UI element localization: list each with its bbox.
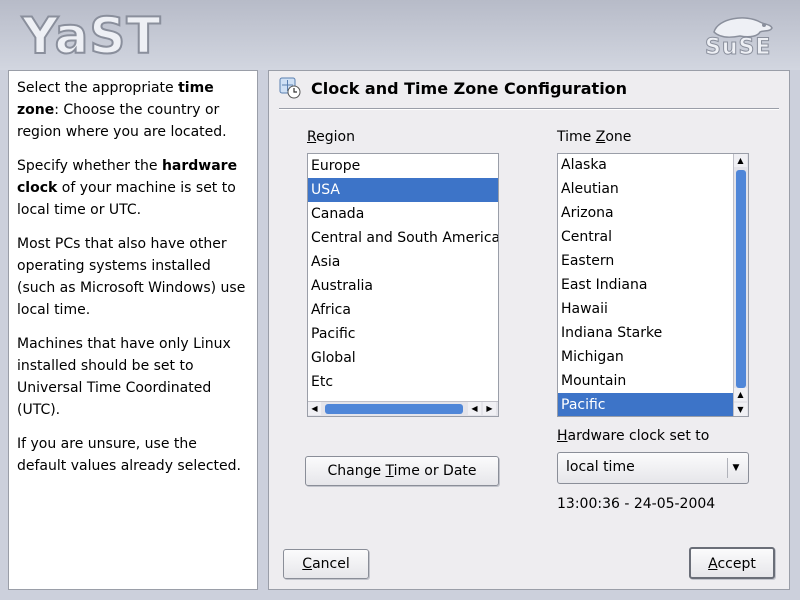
scroll-left-icon[interactable]: ◀ <box>468 402 481 415</box>
help-paragraph: Specify whether the hardware clock of yo… <box>17 158 238 218</box>
hardware-clock-value: local time <box>566 459 635 475</box>
timezone-list-item[interactable]: Michigan <box>558 345 748 369</box>
help-panel: Select the appropriate time zone: Choose… <box>8 70 258 590</box>
timezone-label: Time Zone <box>557 129 632 145</box>
region-list-item[interactable]: Europe <box>308 154 498 178</box>
help-paragraph: If you are unsure, use the default value… <box>17 436 241 474</box>
help-paragraph: Machines that have only Linux installed … <box>17 336 231 418</box>
region-horizontal-scrollbar[interactable]: ◀ ◀ ▶ <box>308 401 498 416</box>
timezone-list-item[interactable]: Eastern <box>558 249 748 273</box>
timezone-list-item[interactable]: East Indiana <box>558 273 748 297</box>
change-time-button[interactable]: Change Time or Date <box>305 456 499 486</box>
timezone-list-item[interactable]: Aleutian <box>558 177 748 201</box>
region-label: Region <box>307 129 355 145</box>
timezone-vertical-scrollbar[interactable]: ▲ ▲ ▼ <box>733 154 748 416</box>
clock-globe-icon <box>279 77 301 99</box>
help-paragraph: Select the appropriate time zone: Choose… <box>17 80 227 140</box>
timezone-list-item[interactable]: Alaska <box>558 154 748 177</box>
hardware-clock-select[interactable]: local time ▼ <box>557 452 749 484</box>
timezone-list-item[interactable]: Mountain <box>558 369 748 393</box>
top-banner: YaST SuSE <box>0 0 800 70</box>
region-list-item[interactable]: Australia <box>308 274 498 298</box>
help-paragraph: Most PCs that also have other operating … <box>17 236 246 318</box>
scroll-down-icon[interactable]: ▼ <box>734 403 747 416</box>
region-list-item[interactable]: Central and South America <box>308 226 498 250</box>
region-list-item[interactable]: Global <box>308 346 498 370</box>
timezone-list-item[interactable]: Arizona <box>558 201 748 225</box>
scroll-thumb[interactable] <box>325 404 463 414</box>
region-list-item[interactable]: Africa <box>308 298 498 322</box>
dialog-title: Clock and Time Zone Configuration <box>311 79 628 98</box>
region-list-item[interactable]: Canada <box>308 202 498 226</box>
timezone-list-item[interactable]: Central <box>558 225 748 249</box>
timezone-list-item[interactable]: Indiana Starke <box>558 321 748 345</box>
title-separator <box>279 108 779 110</box>
yast-logo: YaST <box>21 6 162 66</box>
region-list-item[interactable]: Pacific <box>308 322 498 346</box>
region-list-item[interactable]: Etc <box>308 370 498 394</box>
region-list-item[interactable]: USA <box>308 178 498 202</box>
cancel-button[interactable]: Cancel <box>283 549 369 579</box>
current-datetime: 13:00:36 - 24-05-2004 <box>557 496 716 512</box>
main-dialog: Clock and Time Zone Configuration Region… <box>268 70 790 590</box>
scroll-up-icon[interactable]: ▲ <box>734 154 747 167</box>
timezone-list-item[interactable]: Hawaii <box>558 297 748 321</box>
timezone-list[interactable]: Alaska Aleutian Arizona Central Eastern East … <box>557 153 749 417</box>
timezone-list-item[interactable]: Pacific <box>558 393 748 416</box>
scroll-left-icon[interactable]: ◀ <box>308 402 321 415</box>
scroll-thumb[interactable] <box>736 170 746 388</box>
region-list[interactable]: Europe USA Canada Central and South America… <box>307 153 499 417</box>
suse-logo-text: SuSE <box>704 35 772 61</box>
region-list-item[interactable]: Asia <box>308 250 498 274</box>
dropdown-arrow-icon[interactable]: ▼ <box>727 458 744 478</box>
scroll-up-icon[interactable]: ▲ <box>734 388 747 401</box>
scroll-right-icon[interactable]: ▶ <box>483 402 496 415</box>
accept-button[interactable]: Accept <box>689 547 775 579</box>
hardware-clock-label: Hardware clock set to <box>557 428 710 444</box>
